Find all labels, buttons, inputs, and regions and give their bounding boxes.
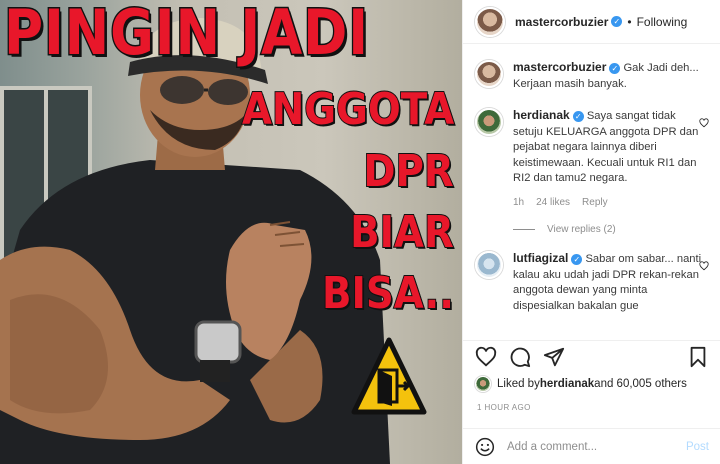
likes-user[interactable]: herdianak [540,378,594,390]
post-header: mastercorbuzier ✓ • Following [463,0,720,44]
comments-list[interactable]: mastercorbuzier ✓ Gak Jadi deh... Kerjaan… [463,44,720,340]
post-timestamp: 1 HOUR AGO [477,403,531,412]
comment-item: herdianak ✓ Saya sangat tidak setuju KELU… [475,92,709,210]
avatar[interactable] [475,6,505,37]
avatar[interactable] [475,108,503,136]
verified-badge-icon: ✓ [609,63,621,74]
avatar[interactable] [475,60,503,88]
like-comment-heart-icon[interactable] [699,261,709,271]
headline-line-2: ANGGOTA [241,83,455,136]
author-username[interactable]: mastercorbuzier [515,15,608,29]
add-comment-bar: Post [463,428,720,464]
likes-prefix: Liked by [497,378,540,390]
avatar [475,376,491,392]
comment-item: lutfiagizal ✓ Sabar om sabar... nanti kal… [475,235,709,314]
view-replies-label: View replies (2) [547,224,616,235]
post-actions [463,340,720,372]
reply-button[interactable]: Reply [582,195,608,211]
comment-username[interactable]: herdianak [513,108,570,122]
headline-line-1: PINGIN JADI [3,0,370,71]
comment-username[interactable]: mastercorbuzier [513,60,606,74]
like-comment-heart-icon[interactable] [699,118,709,128]
post-image[interactable]: PINGIN JADI ANGGOTA DPR BIAR BISA.. [0,0,462,464]
comment-time: 1h [513,196,525,208]
comment-input[interactable] [507,440,686,453]
divider-line [513,229,535,230]
headline-line-3: DPR [363,145,455,198]
separator-dot: • [627,14,632,29]
share-icon[interactable] [543,346,565,368]
comment-likes[interactable]: 24 likes [536,195,570,211]
view-replies-button[interactable]: View replies (2) [513,224,709,235]
likes-suffix: and 60,005 others [594,378,687,390]
avatar[interactable] [475,251,503,279]
verified-badge-icon: ✓ [572,111,584,122]
comment-icon[interactable] [509,346,531,368]
emoji-icon[interactable] [475,437,495,457]
following-button[interactable]: Following [637,15,688,29]
heart-icon[interactable] [475,346,497,368]
bookmark-icon[interactable] [687,346,709,368]
caption-comment: mastercorbuzier ✓ Gak Jadi deh... Kerjaan… [475,44,709,92]
post-details-panel: mastercorbuzier ✓ • Following mastercorb… [462,0,720,464]
comment-username[interactable]: lutfiagizal [513,251,568,265]
verified-badge-icon: ✓ [571,254,583,265]
door-warning-icon [351,337,427,415]
post-button[interactable]: Post [686,441,709,453]
likes-summary[interactable]: Liked by herdianak and 60,005 others [475,376,687,392]
headline-line-5: BISA.. [321,267,455,320]
verified-badge-icon: ✓ [611,16,623,27]
headline-line-4: BIAR [349,206,454,259]
comment-meta: 1h 24 likes Reply [513,195,703,211]
